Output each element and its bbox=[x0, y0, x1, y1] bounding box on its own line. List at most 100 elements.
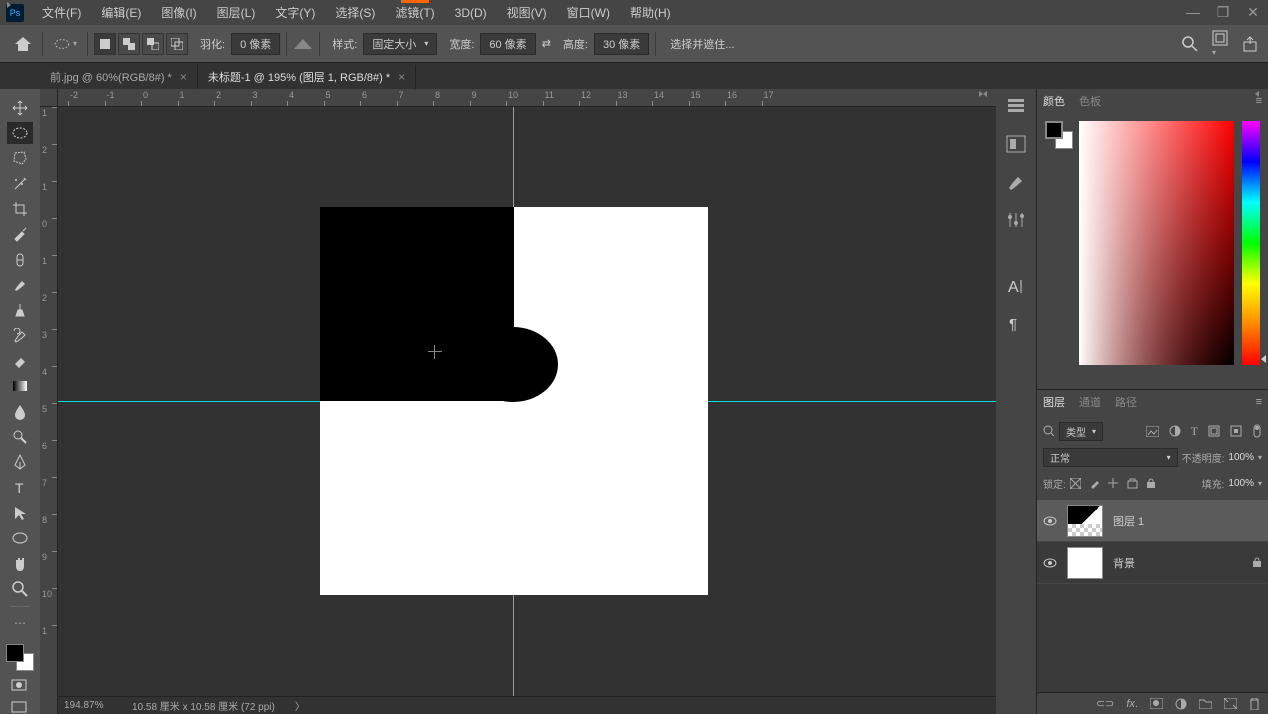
layer-name[interactable]: 图层 1 bbox=[1113, 513, 1262, 529]
layer-row[interactable]: 背景 bbox=[1037, 542, 1268, 584]
home-button[interactable] bbox=[10, 32, 36, 56]
move-tool[interactable] bbox=[7, 97, 33, 118]
frame-icon[interactable]: ▾ bbox=[1212, 30, 1228, 58]
menu-edit[interactable]: 编辑(E) bbox=[91, 4, 151, 21]
healing-tool[interactable] bbox=[7, 249, 33, 270]
close-tab-icon[interactable]: × bbox=[180, 70, 187, 84]
panel-color-swatches[interactable] bbox=[1045, 121, 1071, 365]
anti-alias-icon[interactable] bbox=[293, 37, 313, 51]
status-menu-icon[interactable]: 〉 bbox=[295, 698, 305, 713]
width-input[interactable]: 60 像素 bbox=[480, 33, 535, 55]
collapse-handle-left[interactable] bbox=[2, 0, 16, 10]
adjustment-layer-icon[interactable] bbox=[1175, 698, 1187, 710]
brushes-panel-icon[interactable] bbox=[1002, 171, 1030, 193]
color-swatches[interactable] bbox=[6, 644, 34, 671]
new-selection-button[interactable] bbox=[94, 33, 116, 55]
eraser-tool[interactable] bbox=[7, 350, 33, 371]
search-icon[interactable] bbox=[1182, 36, 1198, 52]
blur-tool[interactable] bbox=[7, 401, 33, 422]
color-field[interactable] bbox=[1079, 121, 1234, 365]
collapse-handle-mid[interactable] bbox=[976, 89, 990, 99]
group-icon[interactable] bbox=[1199, 698, 1212, 709]
height-input[interactable]: 30 像素 bbox=[594, 33, 649, 55]
tool-preset-picker[interactable]: ▾ bbox=[49, 32, 81, 56]
tab-color[interactable]: 颜色 bbox=[1043, 93, 1065, 109]
share-icon[interactable] bbox=[1242, 36, 1258, 52]
select-mask-button[interactable]: 选择并遮住... bbox=[662, 34, 742, 54]
character-panel-icon[interactable]: A bbox=[1002, 275, 1030, 297]
add-selection-button[interactable] bbox=[118, 33, 140, 55]
layer-name[interactable]: 背景 bbox=[1113, 555, 1242, 571]
filter-smart-icon[interactable] bbox=[1230, 425, 1242, 437]
shape-tool[interactable] bbox=[7, 528, 33, 549]
layer-row[interactable]: 图层 1 bbox=[1037, 500, 1268, 542]
quick-mask-button[interactable] bbox=[11, 679, 29, 693]
path-selection-tool[interactable] bbox=[7, 502, 33, 523]
crop-tool[interactable] bbox=[7, 198, 33, 219]
foreground-color[interactable] bbox=[6, 644, 24, 662]
canvas-viewport[interactable] bbox=[58, 107, 996, 696]
visibility-toggle[interactable] bbox=[1043, 516, 1057, 526]
filter-type-icon[interactable]: T bbox=[1191, 424, 1198, 439]
menu-window[interactable]: 窗口(W) bbox=[557, 4, 620, 21]
filter-shape-icon[interactable] bbox=[1208, 425, 1220, 437]
lasso-tool[interactable] bbox=[7, 148, 33, 169]
gradient-tool[interactable] bbox=[7, 376, 33, 397]
menu-file[interactable]: 文件(F) bbox=[32, 4, 91, 21]
menu-image[interactable]: 图像(I) bbox=[151, 4, 206, 21]
lock-icon[interactable] bbox=[1252, 557, 1262, 568]
feather-input[interactable]: 0 像素 bbox=[231, 33, 280, 55]
zoom-tool[interactable] bbox=[7, 578, 33, 599]
tab-paths[interactable]: 路径 bbox=[1115, 394, 1137, 410]
tab-swatches[interactable]: 色板 bbox=[1079, 93, 1101, 109]
blend-mode-dropdown[interactable]: 正常▾ bbox=[1043, 448, 1178, 467]
search-icon[interactable] bbox=[1043, 425, 1055, 437]
tab-channels[interactable]: 通道 bbox=[1079, 394, 1101, 410]
layer-mask-icon[interactable] bbox=[1150, 698, 1163, 709]
pen-tool[interactable] bbox=[7, 452, 33, 473]
minimize-button[interactable]: — bbox=[1178, 4, 1208, 21]
menu-layer[interactable]: 图层(L) bbox=[207, 4, 266, 21]
magic-wand-tool[interactable] bbox=[7, 173, 33, 194]
menu-select[interactable]: 选择(S) bbox=[325, 4, 385, 21]
menu-type[interactable]: 文字(Y) bbox=[265, 4, 325, 21]
panel-menu-icon[interactable]: ≡ bbox=[1256, 396, 1262, 408]
filter-adjustment-icon[interactable] bbox=[1169, 425, 1181, 437]
swap-dimensions-icon[interactable]: ⇄ bbox=[542, 37, 551, 50]
lock-paint-icon[interactable] bbox=[1089, 478, 1100, 489]
lock-all-icon[interactable] bbox=[1146, 478, 1156, 489]
doc-info[interactable]: 10.58 厘米 x 10.58 厘米 (72 ppi) bbox=[118, 698, 275, 713]
opacity-value[interactable]: 100% bbox=[1228, 452, 1254, 463]
layer-thumbnail[interactable] bbox=[1067, 505, 1103, 537]
marquee-tool[interactable] bbox=[7, 122, 33, 143]
doc-tab-2[interactable]: 未标题-1 @ 195% (图层 1, RGB/8#) * × bbox=[198, 65, 416, 89]
filter-toggle[interactable] bbox=[1252, 424, 1262, 438]
fill-value[interactable]: 100% bbox=[1228, 478, 1254, 489]
screen-mode-button[interactable] bbox=[11, 701, 29, 714]
edit-toolbar-button[interactable]: ⋯ bbox=[7, 613, 33, 634]
new-layer-icon[interactable] bbox=[1224, 698, 1237, 709]
lock-pixels-icon[interactable] bbox=[1070, 478, 1081, 489]
clone-stamp-tool[interactable] bbox=[7, 300, 33, 321]
tab-layers[interactable]: 图层 bbox=[1043, 394, 1065, 410]
intersect-selection-button[interactable] bbox=[166, 33, 188, 55]
eyedropper-tool[interactable] bbox=[7, 224, 33, 245]
adjustments-panel-icon[interactable] bbox=[1002, 209, 1030, 231]
vertical-ruler[interactable]: 1210123456789101 bbox=[40, 107, 58, 714]
menu-3d[interactable]: 3D(D) bbox=[445, 6, 497, 20]
panel-fg-color[interactable] bbox=[1045, 121, 1063, 139]
delete-layer-icon[interactable] bbox=[1249, 698, 1260, 710]
lock-position-icon[interactable] bbox=[1108, 478, 1119, 489]
layer-thumbnail[interactable] bbox=[1067, 547, 1103, 579]
horizontal-ruler[interactable]: -2-101234567891011121314151617 bbox=[58, 89, 996, 107]
hue-slider[interactable] bbox=[1242, 121, 1260, 365]
history-panel-icon[interactable] bbox=[1002, 95, 1030, 117]
ruler-origin[interactable] bbox=[40, 89, 58, 107]
doc-tab-1[interactable]: 前.jpg @ 60%(RGB/8#) * × bbox=[40, 65, 198, 89]
menu-help[interactable]: 帮助(H) bbox=[620, 4, 681, 21]
type-tool[interactable]: T bbox=[7, 477, 33, 498]
document-canvas[interactable] bbox=[320, 207, 708, 595]
menu-filter[interactable]: 滤镜(T) bbox=[385, 4, 444, 21]
visibility-toggle[interactable] bbox=[1043, 558, 1057, 568]
style-dropdown[interactable]: 固定大小▾ bbox=[363, 33, 437, 55]
